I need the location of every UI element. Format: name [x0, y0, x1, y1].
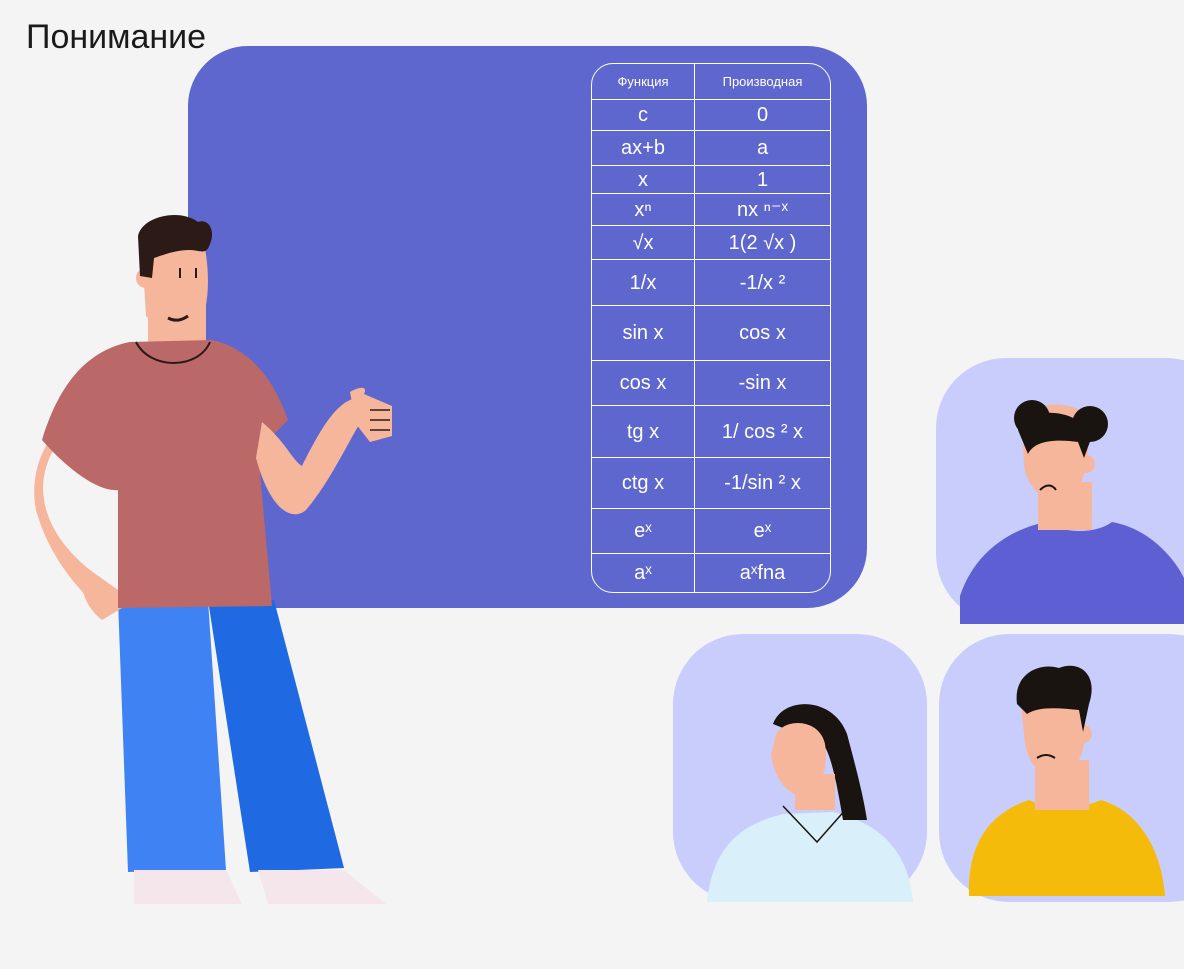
table-row: xⁿ nx ⁿ⁻ˣ: [592, 193, 830, 227]
function-cell: aˣ: [592, 553, 695, 592]
function-cell: √x: [592, 225, 695, 261]
function-cell: c: [592, 99, 695, 132]
derivative-cell: -1/sin ² x: [694, 457, 830, 510]
derivative-table: Функция Производная c 0 ax+b a x 1 xⁿ nx…: [591, 63, 831, 593]
table-row: x 1: [592, 165, 830, 195]
teacher-pants-right: [208, 600, 344, 872]
column-header-function: Функция: [592, 64, 695, 100]
table-row: ax+b a: [592, 130, 830, 167]
table-row: cos x -sin x: [592, 360, 830, 407]
page-title: Понимание: [26, 18, 207, 56]
table-row: c 0: [592, 99, 830, 132]
table-row: 1/x -1/x ²: [592, 259, 830, 307]
derivative-cell: cos x: [694, 305, 830, 362]
table-row: ctg x -1/sin ² x: [592, 457, 830, 510]
function-cell: cos x: [592, 360, 695, 407]
teacher-hand-right: [350, 387, 392, 442]
student-avatar-girl-buns: [936, 358, 1184, 624]
teacher-pants-left: [118, 600, 226, 872]
derivative-cell: a: [694, 130, 830, 167]
table-header-row: Функция Производная: [592, 64, 830, 100]
derivative-cell: 1/ cos ² x: [694, 405, 830, 459]
derivative-cell: 1: [694, 165, 830, 195]
student-avatar-man: [939, 634, 1184, 902]
function-cell: xⁿ: [592, 193, 695, 227]
function-cell: 1/x: [592, 259, 695, 307]
teacher-illustration: [34, 214, 392, 904]
table-row: tg x 1/ cos ² x: [592, 405, 830, 459]
function-cell: x: [592, 165, 695, 195]
column-header-derivative: Производная: [694, 64, 830, 100]
derivative-cell: 1(2 √x ): [694, 225, 830, 261]
derivative-cell: aˣfna: [739, 562, 786, 585]
teacher-hand-left: [81, 570, 122, 620]
student-avatar-woman: [673, 634, 927, 902]
function-cell: tg x: [592, 405, 695, 459]
derivative-cell: eˣ: [694, 508, 830, 555]
teacher-shoe-left: [134, 870, 242, 904]
derivative-cell: nx ⁿ⁻ˣ: [694, 193, 830, 227]
function-cell: ctg x: [592, 457, 695, 510]
function-cell: eˣ: [592, 508, 695, 555]
derivative-cell: 0: [694, 99, 830, 132]
table-row: eˣ eˣ: [592, 508, 830, 555]
derivative-cell: -1/x ²: [694, 259, 830, 307]
student-ear: [1077, 455, 1095, 473]
derivative-cell: -sin x: [694, 360, 830, 407]
table-row: √x 1(2 √x ): [592, 225, 830, 261]
table-row: sin x cos x: [592, 305, 830, 362]
table-row: aˣ aˣfna: [592, 553, 830, 592]
teacher-shoe-right: [258, 870, 386, 904]
function-cell: sin x: [592, 305, 695, 362]
function-cell: ax+b: [592, 130, 695, 167]
